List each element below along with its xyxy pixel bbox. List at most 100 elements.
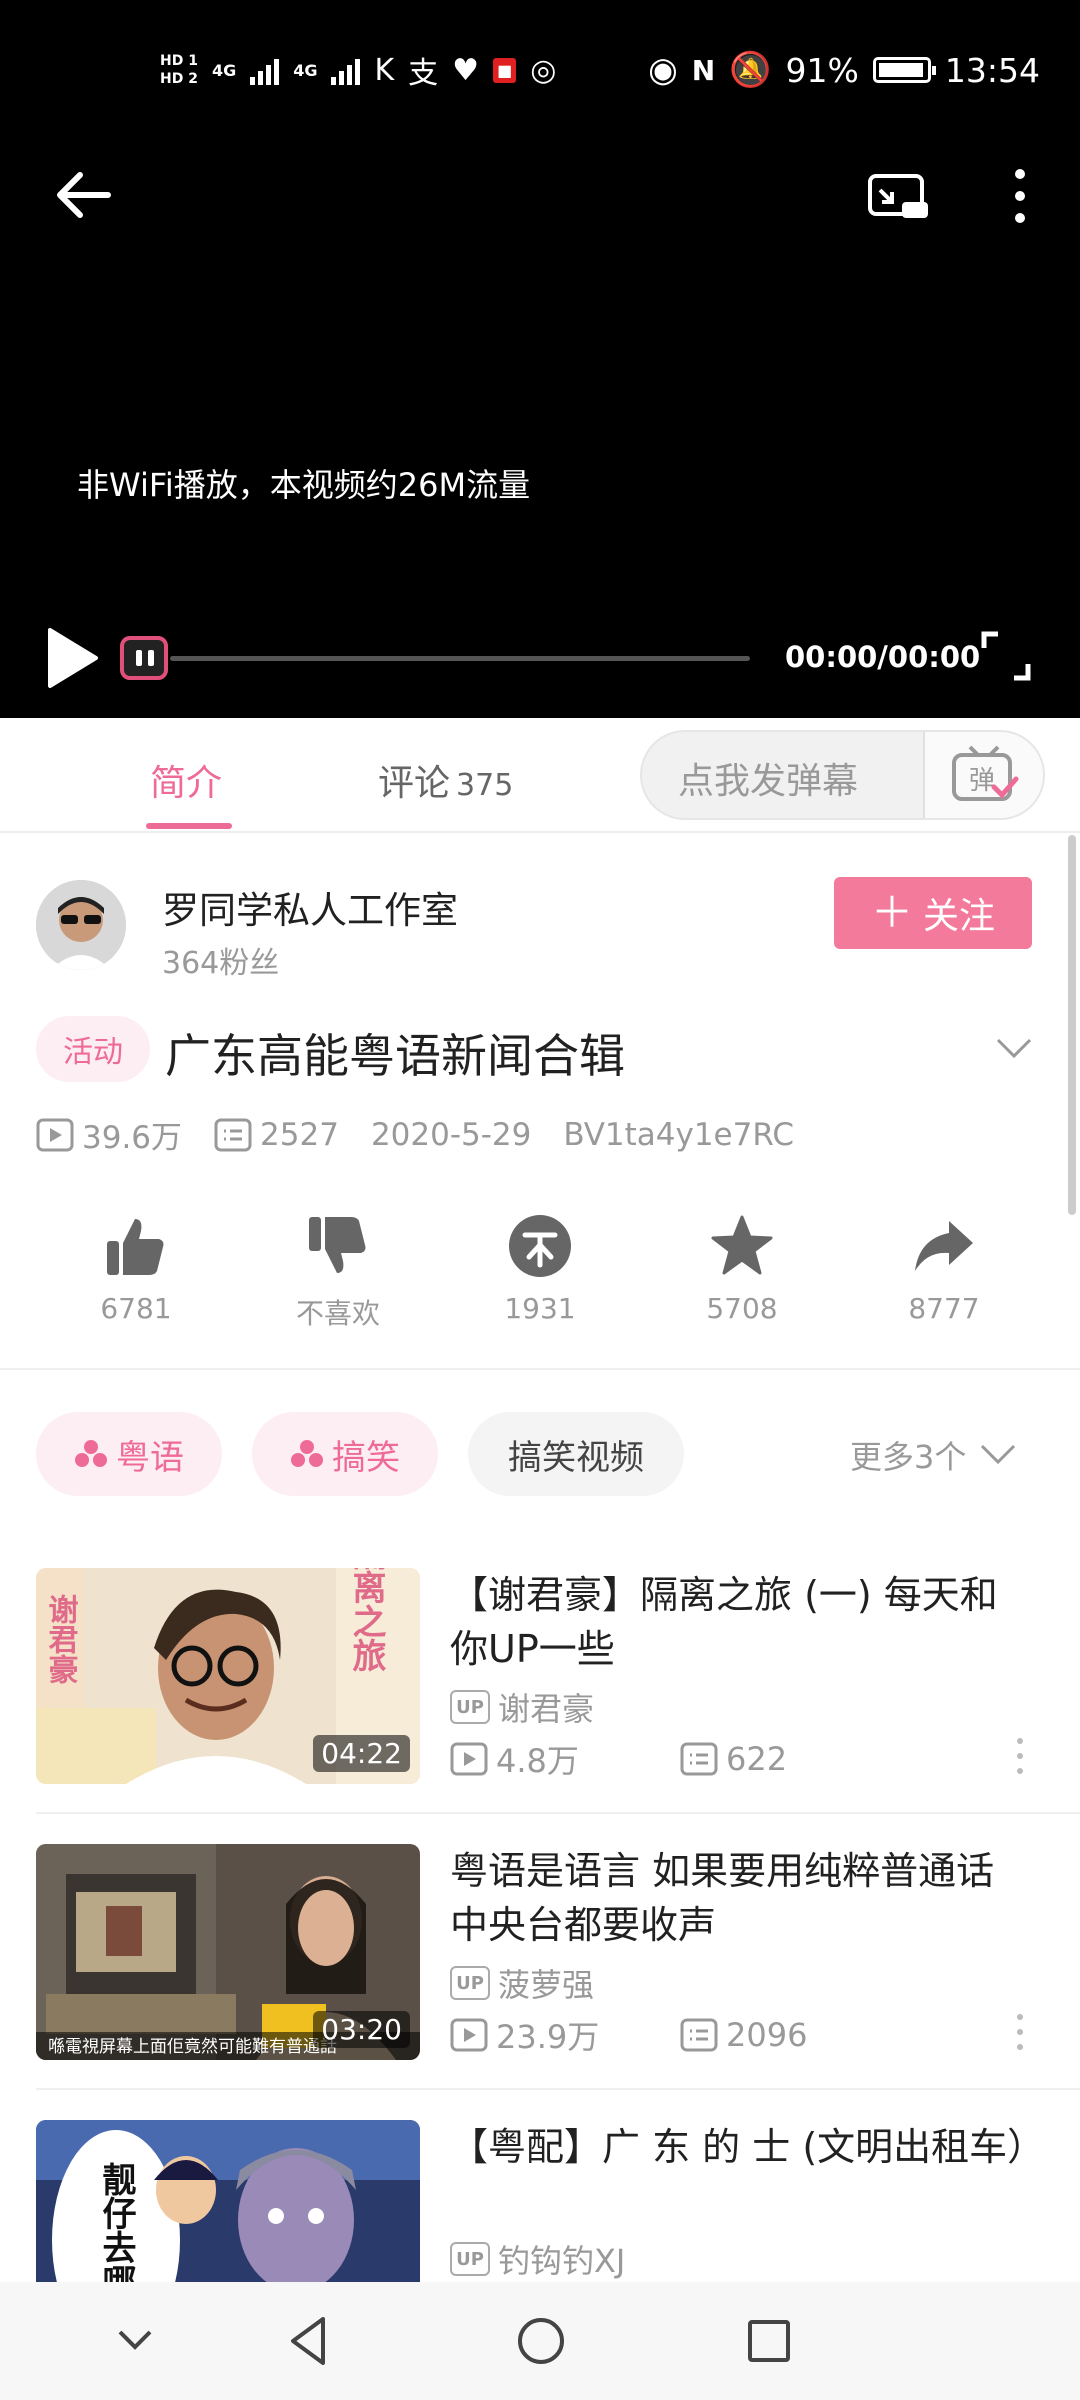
coin-button[interactable]: 1931 [460,1210,620,1325]
list-item[interactable]: 靓仔去哪 【粤配】广 东 的 士 (文明出租车） UP 钓钩钓XJ [0,2120,1080,2282]
tab-comments[interactable]: 评论 375 [378,754,513,806]
video-player[interactable]: HD 1 HD 2 4G 4G K 支 ♥ ■ ◎ ◉ N 🔕 91% 13:5… [0,0,1080,718]
square-recents-icon [748,2320,790,2362]
video-thumbnail[interactable]: 隔离之旅 谢君豪 04:22 [36,1568,420,1784]
circle-home-icon [518,2318,564,2364]
nav-back-button[interactable] [274,2306,344,2376]
share-count: 8777 [908,1292,980,1325]
nav-recents-button[interactable] [734,2306,804,2376]
clock: 13:54 [944,50,1040,90]
rec-video-title[interactable]: 【谢君豪】隔离之旅 (一) 每天和你UP一些 [450,1568,1030,1676]
bvid: BV1ta4y1e7RC [563,1116,794,1153]
signal-icon-2 [331,55,361,85]
channel-icon [75,1440,107,1467]
video-meta: 39.6万 2527 2020-5-29 BV1ta4y1e7RC [36,1112,826,1157]
danmaku-toggle-button[interactable]: 弹 [923,732,1043,818]
rec-views: 4.8万 [496,1742,579,1780]
comment-count: 375 [456,768,514,803]
share-icon [915,1221,973,1271]
alipay-icon: 支 [408,56,439,91]
view-count: 39.6万 [82,1120,183,1156]
location-icon: ◎ [530,52,557,88]
danmaku-input[interactable]: 点我发弹幕 弹 [640,730,1045,820]
danmaku-count: 2527 [260,1116,339,1153]
status-bar: HD 1 HD 2 4G 4G K 支 ♥ ■ ◎ ◉ N 🔕 91% 13:5… [0,40,1080,100]
rec-uploader-name: 钓钩钓XJ [498,2242,626,2280]
signal-icon [250,55,280,85]
kebab-menu-icon[interactable] [1012,1738,1028,1774]
tag-cantonese[interactable]: 粤语 [36,1412,222,1496]
up-badge-icon: UP [450,2242,490,2276]
tab-intro[interactable]: 简介 [150,754,222,806]
fullscreen-button[interactable] [980,630,1032,682]
action-row: 6781 不喜欢 1931 5708 8777 [0,1210,1080,1340]
views-icon [450,2018,488,2052]
coin-count: 1931 [504,1292,576,1325]
play-button[interactable] [36,620,106,696]
back-button[interactable] [50,160,120,230]
rec-uploader[interactable]: UP 谢君豪 [450,1684,594,1730]
event-badge[interactable]: 活动 [36,1016,150,1082]
follow-button[interactable]: ＋ 关注 [834,877,1032,949]
battery-icon [872,57,936,83]
more-options-button[interactable] [990,160,1050,232]
rec-video-title[interactable]: 粤语是语言 如果要用纯粹普通话 中央台都要收声 [450,1844,1030,1952]
channel-icon [291,1440,323,1467]
progress-bar[interactable] [170,656,750,661]
battery-percent: 91% [785,50,859,90]
chevron-down-icon[interactable] [992,1030,1036,1066]
danmaku-count-icon [214,1118,252,1151]
rec-danmaku: 2096 [726,2016,808,2054]
rec-uploader[interactable]: UP 菠萝强 [450,1960,594,2006]
views-icon [36,1118,74,1151]
danmaku-tv-icon: 弹 [952,745,1019,801]
follow-label: 关注 [923,896,996,937]
star-icon [711,1215,773,1275]
uploader-name[interactable]: 罗同学私人工作室 [162,880,458,934]
triangle-back-icon [291,2317,325,2365]
up-badge-icon: UP [450,1966,490,2000]
thumbs-up-icon [107,1219,164,1275]
danmaku-count-icon [680,1742,718,1776]
favorite-count: 5708 [706,1292,778,1325]
plus-icon: ＋ [870,888,913,937]
share-button[interactable]: 8777 [864,1210,1024,1325]
more-tags-button[interactable]: 更多3个 [850,1432,1018,1478]
chevron-down-icon [981,1444,1016,1465]
rec-video-title[interactable]: 【粤配】广 东 的 士 (文明出租车） [450,2120,1045,2174]
list-item[interactable]: 喺電視屏幕上面佢竟然可能難有普通話 03:20 粤语是语言 如果要用纯粹普通话 … [0,1844,1080,2104]
tag-label: 粤语 [116,1437,184,1478]
signal1-label: 4G [211,60,237,80]
progress-thumb-icon[interactable] [120,636,168,680]
tag-funny[interactable]: 搞笑 [252,1412,438,1496]
kebab-menu-icon [1015,169,1025,223]
rec-uploader[interactable]: UP 钓钩钓XJ [450,2236,625,2282]
favorite-button[interactable]: 5708 [662,1210,822,1325]
play-icon [48,628,98,688]
uploader-avatar[interactable] [36,880,126,970]
kebab-menu-icon[interactable] [1012,2014,1028,2050]
cast-button[interactable] [860,160,932,232]
eye-icon: ◉ [648,50,678,90]
rec-stats: 23.9万 2096 [450,2012,807,2058]
tag-label: 搞笑 [332,1437,400,1478]
nav-collapse-button[interactable] [100,2306,170,2376]
scrollbar[interactable] [1068,835,1076,1215]
dislike-button[interactable]: 不喜欢 [258,1210,418,1332]
news-app-icon: ■ [493,57,517,83]
video-thumbnail[interactable]: 靓仔去哪 [36,2120,420,2282]
video-duration: 03:20 [313,2011,410,2048]
list-item[interactable]: 隔离之旅 谢君豪 04:22 【谢君豪】隔离之旅 (一) 每天和你UP一些 UP… [0,1568,1080,1828]
nav-home-button[interactable] [506,2306,576,2376]
danmaku-placeholder: 点我发弹幕 [678,761,859,802]
thumb-text-name: 谢君豪 [43,1594,79,1684]
video-thumbnail[interactable]: 喺電視屏幕上面佢竟然可能難有普通話 03:20 [36,1844,420,2060]
like-button[interactable]: 6781 [56,1210,216,1325]
tag-label: 搞笑视频 [508,1437,644,1478]
tag-funny-video[interactable]: 搞笑视频 [468,1412,684,1496]
notification-k-icon: K [374,52,395,88]
publish-date: 2020-5-29 [370,1116,532,1153]
uploader-fans: 364粉丝 [162,946,280,981]
thumb-caption: 喺電視屏幕上面佢竟然可能難有普通話 [48,2037,337,2057]
views-icon [450,1742,488,1776]
